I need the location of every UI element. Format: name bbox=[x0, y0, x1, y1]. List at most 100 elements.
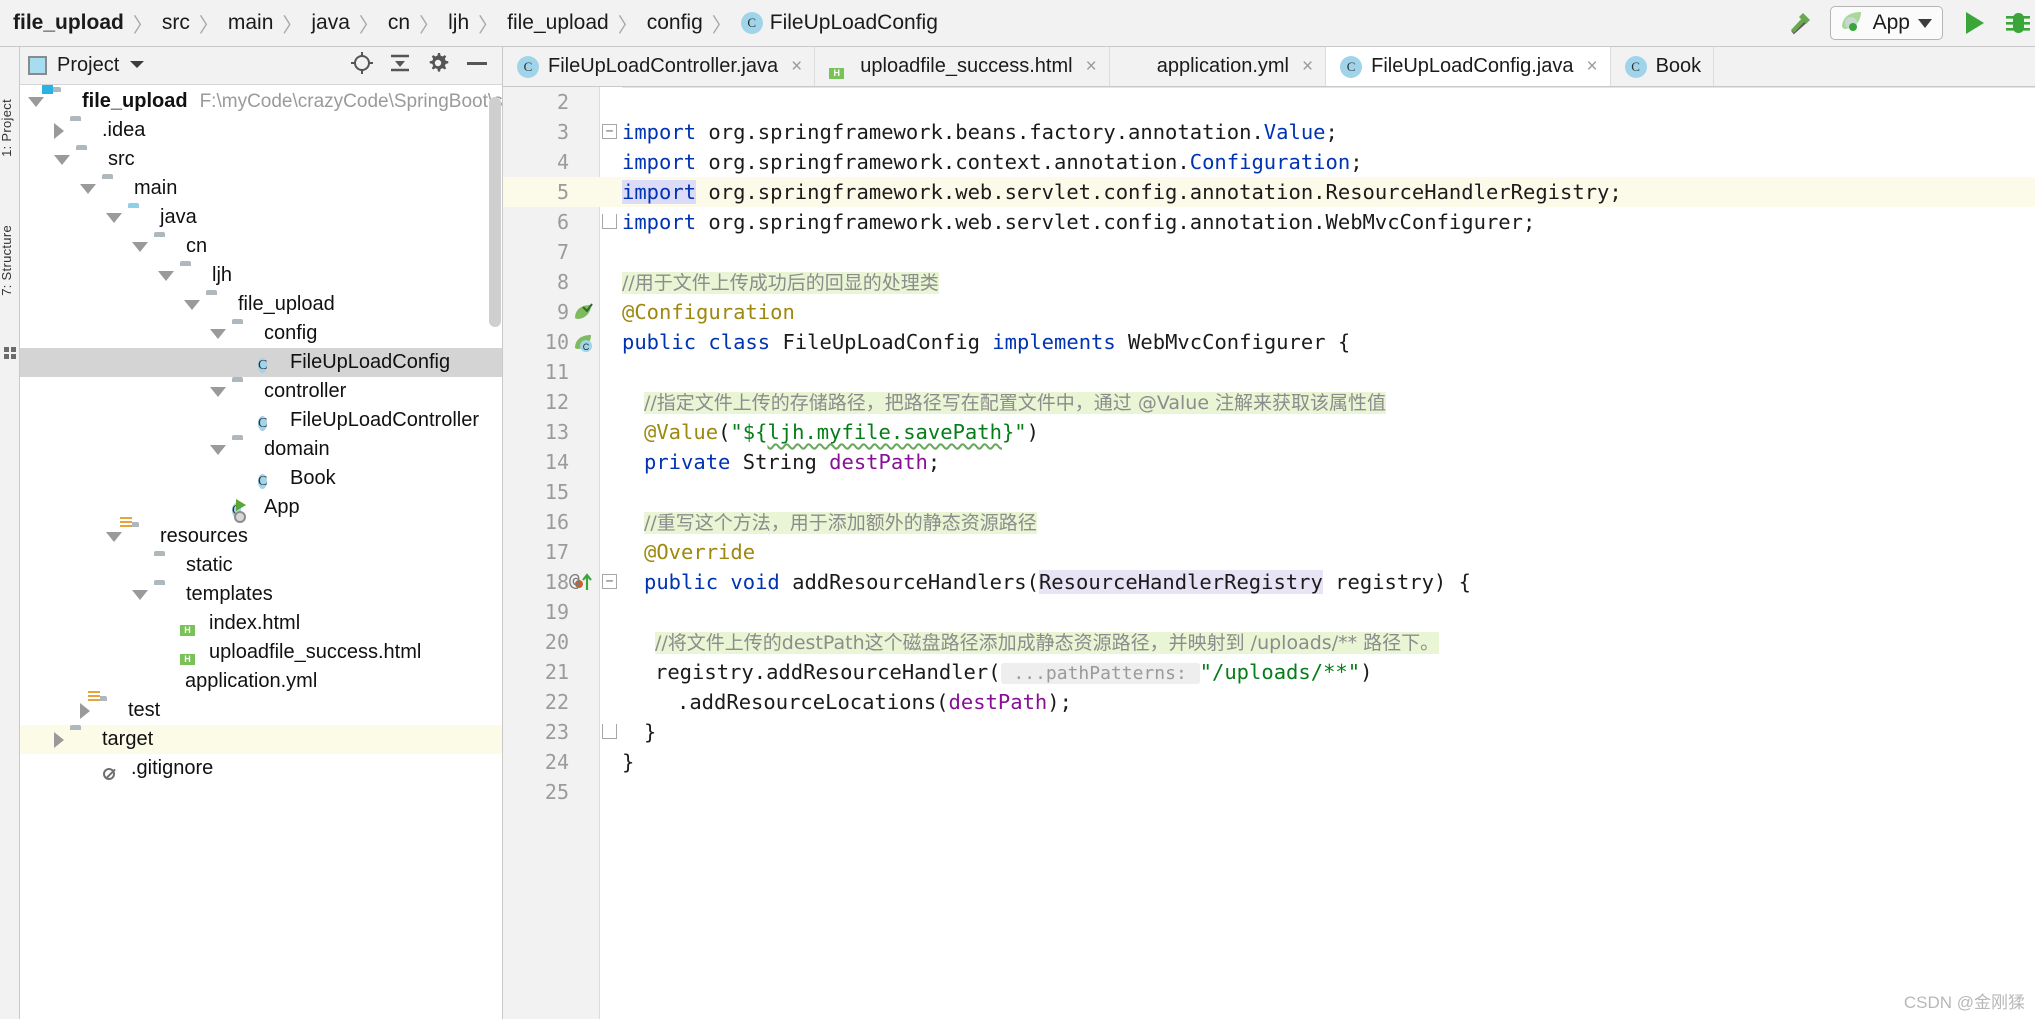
code-token: void bbox=[730, 570, 780, 594]
run-configuration-selector[interactable]: App bbox=[1829, 6, 1943, 40]
tree-item-app[interactable]: C App bbox=[20, 493, 502, 523]
close-icon[interactable]: × bbox=[1086, 56, 1097, 78]
editor-tab-fileuploadconfig-java[interactable]: C FileUpLoadConfig.java × bbox=[1326, 47, 1611, 86]
breadcrumb-item-src[interactable]: src bbox=[159, 11, 193, 35]
settings-gear-icon[interactable] bbox=[426, 51, 450, 80]
chevron-down-icon[interactable] bbox=[129, 57, 145, 75]
tree-item-java[interactable]: java bbox=[20, 203, 502, 232]
tree-item-cn[interactable]: cn bbox=[20, 232, 502, 261]
tree-item-static[interactable]: static bbox=[20, 551, 502, 580]
editor-tab-fileuploadcontroller-java[interactable]: C FileUpLoadController.java × bbox=[503, 47, 816, 86]
tree-expander-open[interactable] bbox=[210, 444, 226, 455]
code-line-14: 14 private String destPath; bbox=[503, 447, 2035, 477]
code-token: addResourceHandlers bbox=[779, 570, 1027, 594]
line-number: 8 bbox=[556, 270, 569, 294]
tree-item-target[interactable]: target bbox=[20, 725, 502, 754]
breadcrumb-item-config[interactable]: config bbox=[644, 11, 706, 35]
tree-item--gitignore[interactable]: .gitignore bbox=[20, 754, 502, 783]
close-icon[interactable]: × bbox=[1586, 56, 1597, 78]
code-token: }" bbox=[1001, 420, 1027, 444]
hide-minus-icon[interactable] bbox=[464, 51, 490, 80]
breadcrumb-item-java[interactable]: java bbox=[308, 11, 353, 35]
breadcrumb-item-ljh[interactable]: ljh bbox=[445, 11, 472, 35]
code-line-2: 2 bbox=[503, 87, 2035, 117]
collapse-all-icon[interactable] bbox=[388, 51, 412, 80]
code-token: @Value bbox=[644, 420, 719, 444]
code-token: registry) { bbox=[1322, 570, 1471, 594]
code-token: private bbox=[644, 450, 731, 474]
package-folder-icon bbox=[232, 381, 257, 402]
tree-item-label: java bbox=[160, 206, 197, 228]
tree-expander-open[interactable] bbox=[210, 386, 226, 397]
code-token: @Configuration bbox=[622, 300, 795, 324]
line-number: 23 bbox=[544, 720, 569, 744]
hammer-icon[interactable] bbox=[1784, 8, 1814, 38]
tool-window-project[interactable]: 1: Project bbox=[0, 99, 21, 157]
breadcrumb-item-file-upload[interactable]: file_upload bbox=[504, 11, 612, 35]
code-editor[interactable]: 2−3 import org.springframework.beans.fact… bbox=[503, 87, 2035, 1019]
editor-tab-label: application.yml bbox=[1156, 55, 1289, 77]
debug-bug-icon[interactable] bbox=[2005, 8, 2031, 38]
close-icon[interactable]: × bbox=[791, 56, 802, 78]
tree-item-main[interactable]: main bbox=[20, 174, 502, 203]
tree-item-file-upload[interactable]: file_upload F:\myCode\crazyCode\SpringBoo… bbox=[20, 85, 502, 116]
line-number: 20 bbox=[544, 630, 569, 654]
tree-item-uploadfile-success-html[interactable]: Huploadfile_success.html bbox=[20, 638, 502, 667]
tree-item-fileuploadconfig[interactable]: C FileUpLoadConfig bbox=[20, 348, 502, 377]
project-tree[interactable]: file_upload F:\myCode\crazyCode\SpringBoo… bbox=[20, 85, 502, 1019]
tool-window-structure[interactable]: 7: Structure bbox=[0, 225, 21, 296]
tree-item-src[interactable]: src bbox=[20, 145, 502, 174]
tree-expander-closed[interactable] bbox=[80, 702, 90, 719]
tree-item-domain[interactable]: domain bbox=[20, 435, 502, 464]
tree-expander-open[interactable] bbox=[54, 154, 70, 165]
tree-item-ljh[interactable]: ljh bbox=[20, 261, 502, 290]
tree-expander-closed[interactable] bbox=[54, 122, 64, 139]
breadcrumb-item-fileuploadconfig[interactable]: C FileUpLoadConfig bbox=[738, 11, 941, 35]
tree-expander-closed[interactable] bbox=[54, 731, 64, 748]
at-icon[interactable]: @ bbox=[569, 570, 580, 591]
tree-expander-open[interactable] bbox=[132, 241, 148, 252]
tree-expander-open[interactable] bbox=[210, 328, 226, 339]
chevron-down-icon[interactable] bbox=[1918, 18, 1932, 28]
tree-item-file-upload[interactable]: file_upload bbox=[20, 290, 502, 319]
tree-expander-open[interactable] bbox=[184, 299, 200, 310]
line-number: 2 bbox=[556, 90, 569, 114]
locate-icon[interactable] bbox=[350, 51, 374, 80]
tree-item-controller[interactable]: controller bbox=[20, 377, 502, 406]
editor-tab-label: Book bbox=[1655, 55, 1702, 77]
breadcrumb-item-main[interactable]: main bbox=[225, 11, 277, 35]
editor-tab-book[interactable]: C Book bbox=[1611, 47, 1715, 86]
tree-expander-open[interactable] bbox=[106, 212, 122, 223]
editor-tab-uploadfile-success-html[interactable]: Huploadfile_success.html × bbox=[815, 47, 1110, 86]
tree-item-resources[interactable]: resources bbox=[20, 517, 502, 551]
code-token: import bbox=[622, 210, 697, 234]
code-text: //用于文件上传成功后的回显的处理类 bbox=[622, 267, 2035, 298]
run-play-icon[interactable] bbox=[1959, 8, 1989, 38]
code-token: ; bbox=[927, 450, 941, 474]
line-number: 14 bbox=[544, 450, 569, 474]
tree-expander-open[interactable] bbox=[28, 96, 44, 107]
tree-item-fileuploadcontroller[interactable]: C FileUpLoadController bbox=[20, 406, 502, 435]
breadcrumb-item-cn[interactable]: cn bbox=[385, 11, 413, 35]
code-token: String bbox=[730, 450, 830, 474]
tree-expander-open[interactable] bbox=[80, 183, 96, 194]
tool-window-grid-icon[interactable] bbox=[4, 347, 16, 359]
tree-item-config[interactable]: config bbox=[20, 319, 502, 348]
close-icon[interactable]: × bbox=[1302, 56, 1313, 78]
tree-expander-open[interactable] bbox=[158, 270, 174, 281]
tree-expander-open[interactable] bbox=[132, 589, 148, 600]
tree-expander-open[interactable] bbox=[106, 531, 122, 542]
tree-item-index-html[interactable]: Hindex.html bbox=[20, 609, 502, 638]
tree-item-test[interactable]: test bbox=[20, 691, 502, 725]
code-token: "${ bbox=[730, 420, 768, 444]
tree-item-book[interactable]: C Book bbox=[20, 464, 502, 493]
tree-item-templates[interactable]: templates bbox=[20, 580, 502, 609]
code-line-19: 19 bbox=[503, 597, 2035, 627]
editor-tab-application-yml[interactable]: application.yml × bbox=[1110, 47, 1327, 86]
tree-item--idea[interactable]: .idea bbox=[20, 116, 502, 145]
project-scrollbar[interactable] bbox=[489, 97, 501, 327]
line-number: 12 bbox=[544, 390, 569, 414]
breadcrumb-item-file-upload[interactable]: file_upload bbox=[10, 11, 127, 35]
code-token: .addResourceLocations( bbox=[677, 690, 949, 714]
code-text: @Configuration bbox=[622, 297, 2035, 327]
